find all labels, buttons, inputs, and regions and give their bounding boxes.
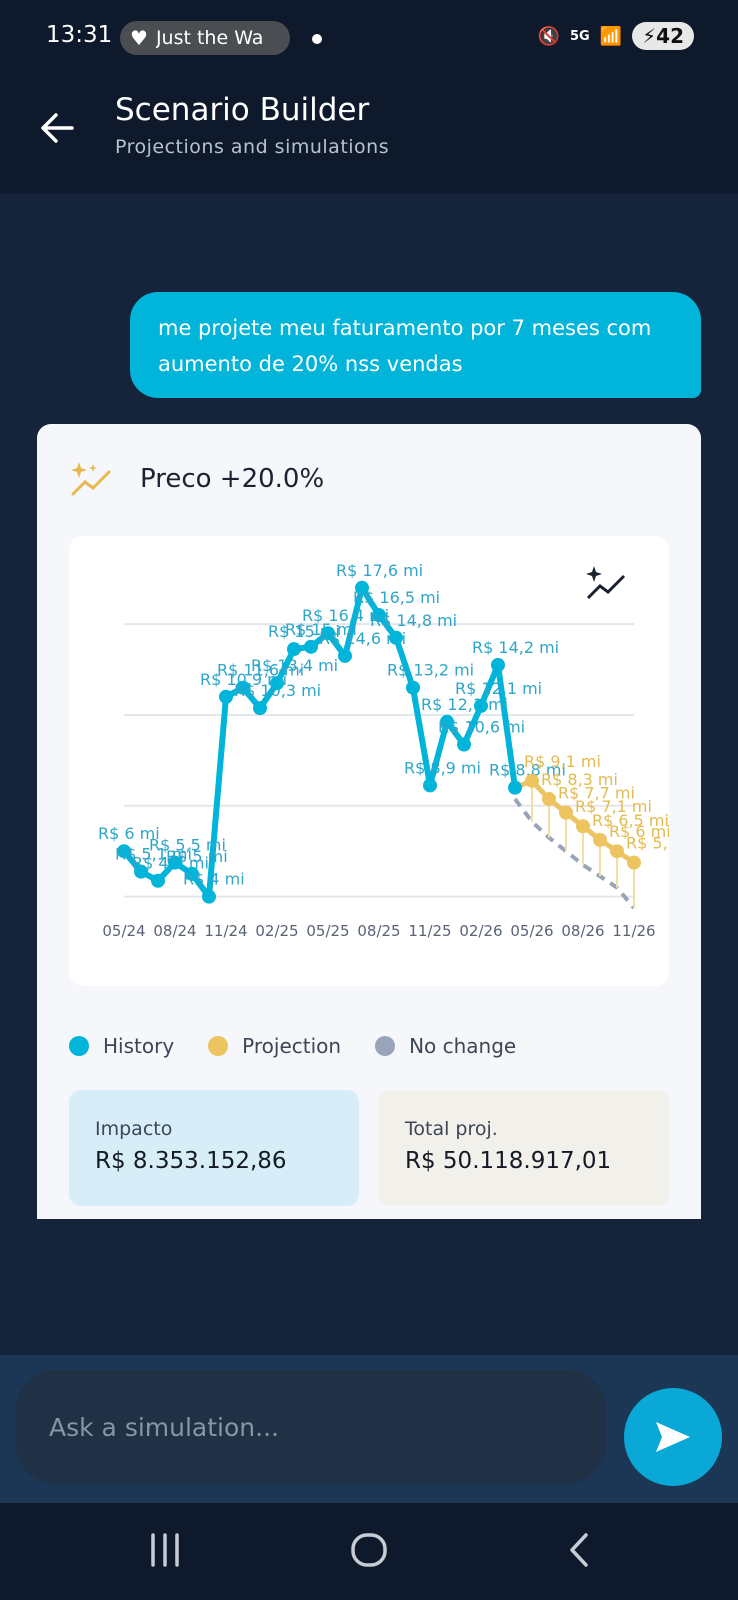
legend-label-projection: Projection [242,1034,342,1058]
sparkle-trend-icon [586,566,626,600]
back-nav-icon[interactable] [560,1529,600,1573]
data-label-history: R$ 10,6 mi [438,717,525,736]
data-label-history: R$ 14,8 mi [370,611,457,630]
x-tick-label: 08/24 [153,922,196,940]
data-point-history [457,737,471,752]
x-tick-label: 05/26 [510,922,553,940]
status-bar: 13:31 ♥ Just the Wa 🔇 5G 📶 ⚡42 [0,0,738,78]
x-tick-label: 05/25 [306,922,349,940]
x-tick-label: 11/26 [612,922,655,940]
sparkle-trend-icon [69,460,115,508]
legend-label-history: History [103,1034,175,1058]
data-label-projection: R$ 5,5 mi [626,834,669,853]
mute-icon: 🔇 [537,25,560,47]
user-message-bubble: me projete meu faturamento por 7 meses c… [130,292,701,398]
data-point-projection [525,773,539,788]
x-tick-label: 11/24 [204,922,247,940]
data-point-projection [593,832,607,847]
recent-apps-icon[interactable] [145,1529,185,1573]
chart-svg: R$ 6 miR$ 5,1 miR$ 4,7 miR$ 5,5 miR$ 5 m… [98,561,669,940]
legend-item-history: History [69,1034,174,1058]
data-point-history [287,642,301,657]
impact-stat: Impacto R$ 8.353.152,86 [69,1090,359,1206]
data-label-projection: R$ 9,1 mi [524,752,601,771]
app-header: Scenario Builder Projections and simulat… [0,78,738,194]
data-point-history [270,676,284,691]
x-tick-label: 08/25 [357,922,400,940]
impact-label: Impacto [95,1118,173,1140]
battery-indicator: ⚡42 [632,22,694,50]
data-label-history: R$ 14,2 mi [472,638,559,657]
data-label-history: R$ 8,9 mi [404,758,481,777]
data-point-projection [627,855,641,870]
data-point-history [474,698,488,713]
data-point-history [253,701,267,716]
send-button[interactable] [624,1388,722,1486]
legend-dot-history [69,1036,89,1056]
signal-icon: 📶 [599,25,623,47]
heart-icon: ♥ [130,26,148,50]
back-button[interactable] [36,106,80,150]
scenario-card: Preco +20.0% R$ 6 miR$ 5,1 miR$ 4,7 miR$… [37,424,701,1219]
data-point-history [338,648,352,663]
data-point-history [151,873,165,888]
media-title: Just the Wa [155,27,264,49]
data-point-projection [610,844,624,859]
x-tick-label: 11/25 [408,922,451,940]
total-projection-stat: Total proj. R$ 50.118.917,01 [379,1090,669,1206]
data-point-projection [542,791,556,806]
x-tick-label: 05/24 [102,922,145,940]
legend-label-no-change: No change [409,1034,517,1058]
data-label-history: R$ 17,6 mi [336,561,423,580]
data-label-history: R$ 5 mi [166,847,228,866]
total-projection-value: R$ 50.118.917,01 [405,1148,612,1174]
data-point-history [491,658,505,673]
send-icon [656,1422,690,1452]
scenario-title: Preco +20.0% [140,464,325,494]
battery-level: 42 [656,24,684,48]
data-label-history: R$ 13,2 mi [387,661,474,680]
legend-dot-projection [208,1036,229,1056]
x-tick-label: 08/26 [561,922,604,940]
chart-legend: History Projection No change [69,1034,550,1058]
data-point-history [202,889,216,904]
data-label-history: R$ 4 mi [183,870,245,889]
data-point-history [389,630,403,645]
simulation-input[interactable]: Ask a simulation... [16,1370,606,1484]
network-label: 5G [569,28,590,44]
status-icons: 🔇 5G 📶 ⚡42 [538,22,694,50]
data-point-projection [576,819,590,834]
status-time: 13:31 [46,22,113,48]
data-point-history [423,778,437,793]
projection-chart: R$ 6 miR$ 5,1 miR$ 4,7 miR$ 5,5 miR$ 5 m… [69,536,669,986]
data-point-projection [559,805,573,820]
data-label-history: R$ 16,5 mi [353,588,440,607]
data-point-history [304,639,318,654]
data-point-history [508,780,522,795]
total-projection-label: Total proj. [405,1118,498,1140]
media-pill[interactable]: ♥ Just the Wa [120,21,290,55]
page-subtitle: Projections and simulations [115,136,390,158]
legend-item-projection: Projection [208,1034,341,1058]
data-point-history [406,680,420,695]
home-icon[interactable] [348,1529,392,1573]
data-point-history [219,689,233,704]
data-label-history: R$ 13,4 mi [251,656,338,675]
data-label-history: R$ 12,1 mi [455,679,542,698]
impact-value: R$ 8.353.152,86 [95,1148,287,1174]
system-nav-bar [0,1503,738,1600]
x-tick-label: 02/26 [459,922,502,940]
notification-dot-icon [312,34,322,44]
page-title: Scenario Builder [115,92,370,128]
x-tick-label: 02/25 [255,922,298,940]
composer-bar: Ask a simulation... [0,1355,738,1503]
legend-item-no-change: No change [375,1034,516,1058]
arrow-left-icon [41,113,74,143]
legend-dot-no-change [375,1036,396,1056]
